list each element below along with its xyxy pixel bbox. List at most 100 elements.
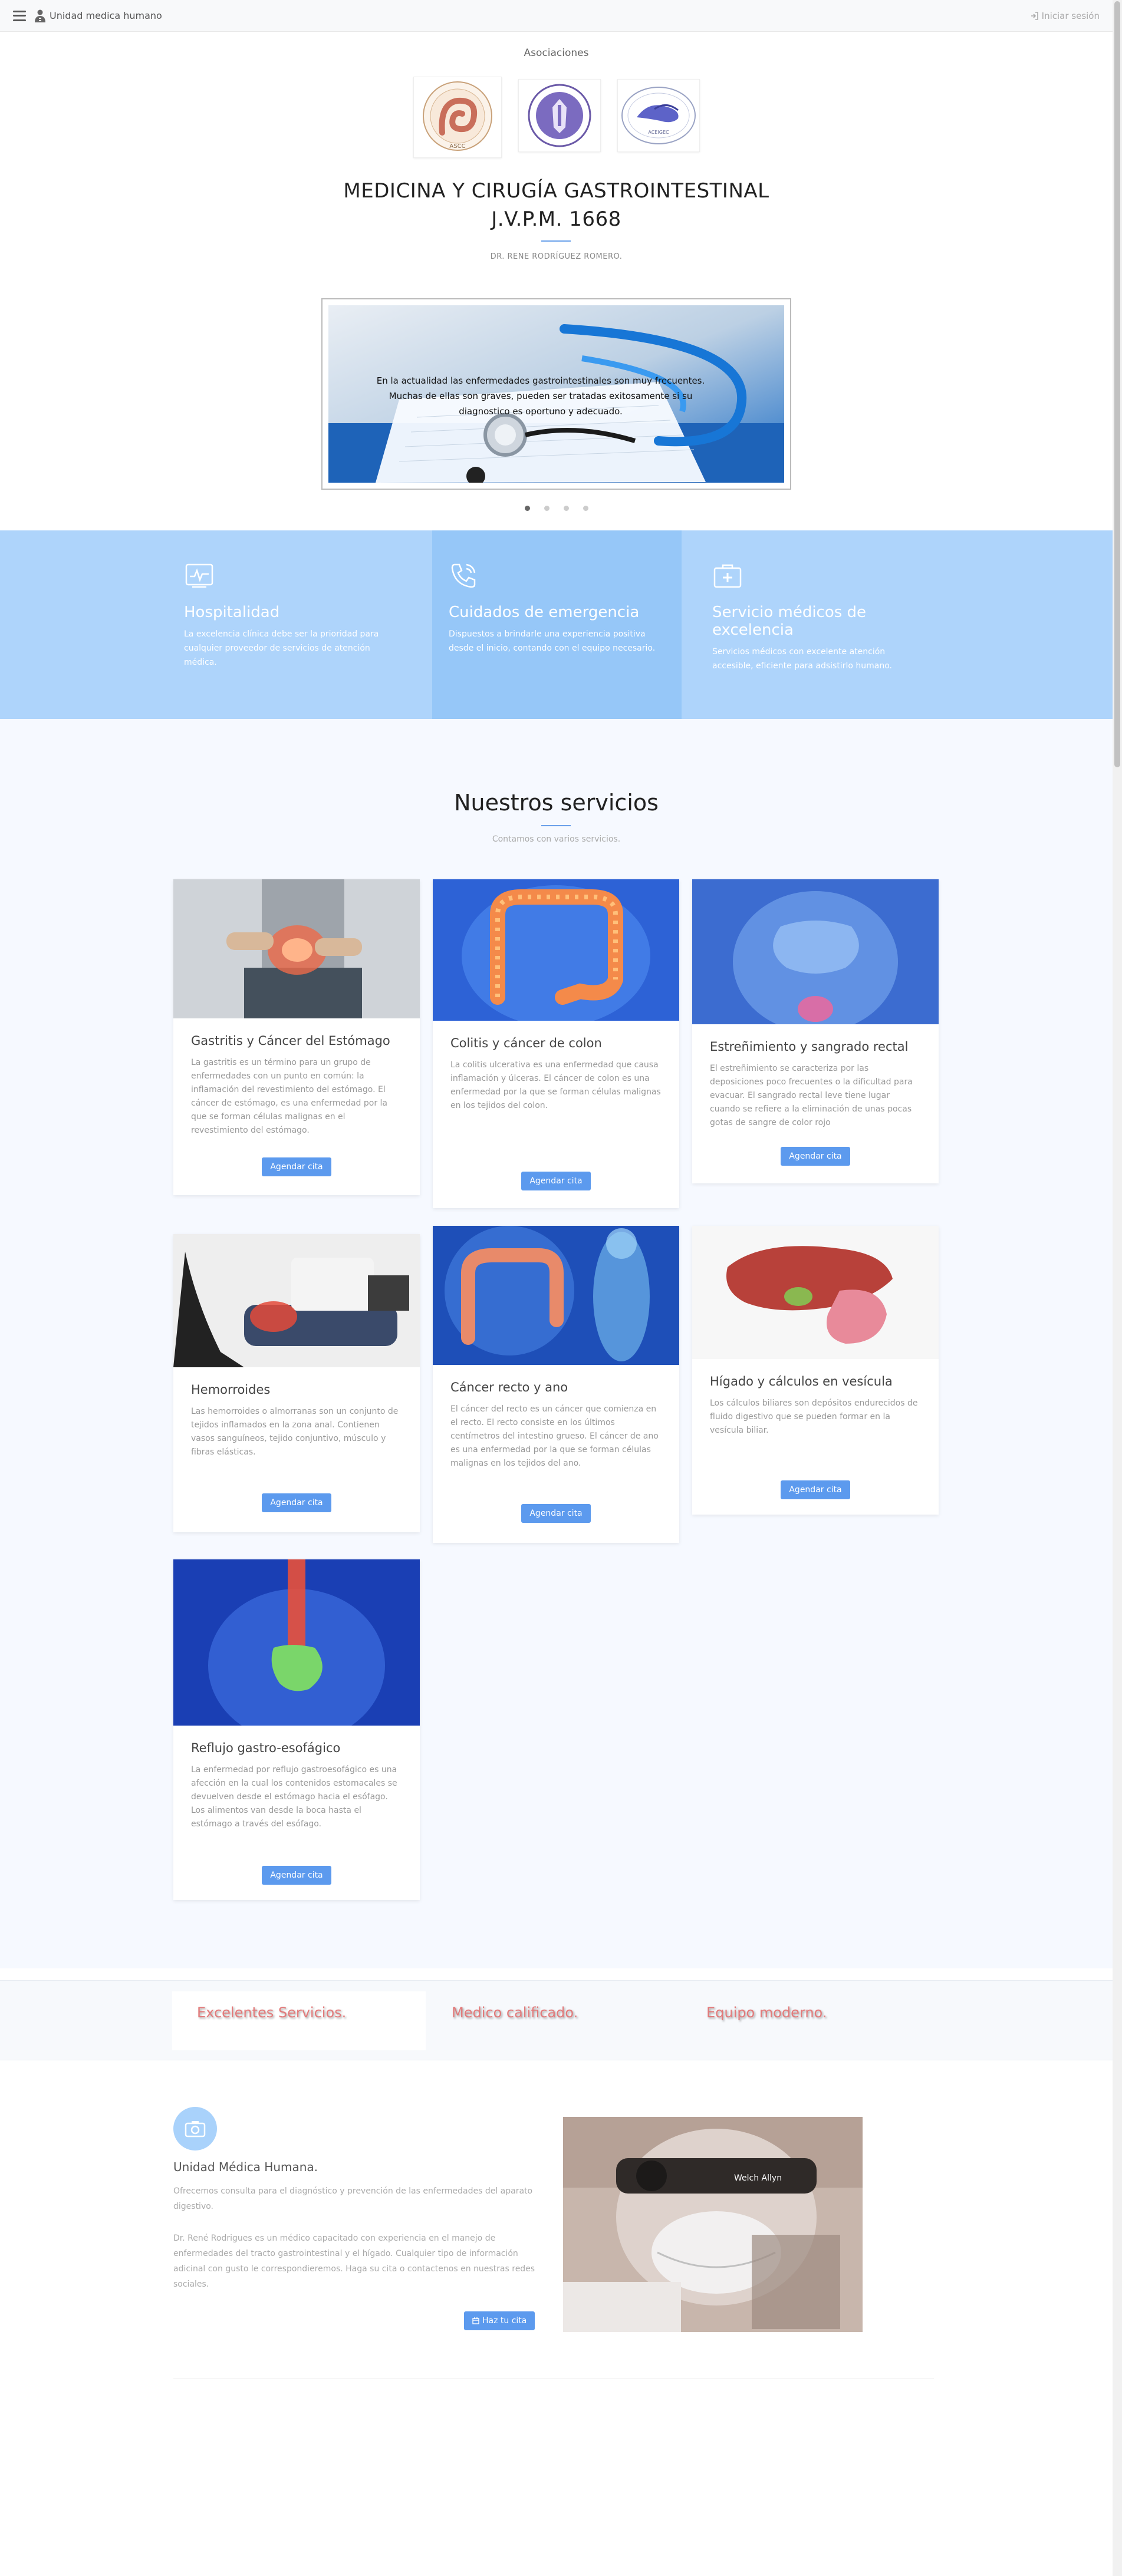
feature-excellence: Servicio médicos de excelencia Servicios… — [682, 530, 1113, 719]
book-appointment-button[interactable]: Agendar cita — [781, 1147, 850, 1166]
service-title: Hemorroides — [191, 1383, 271, 1397]
service-card: Estreñimiento y sangrado rectal El estre… — [692, 879, 939, 1183]
caption-line-3: diagnostico es oportuno y adecuado. — [459, 406, 623, 417]
headlamp-brand-text: Welch Allyn — [734, 2173, 782, 2183]
hospital-monitor-icon — [185, 563, 213, 588]
highlight-doctor: Medico calificado. — [452, 2004, 578, 2021]
login-link[interactable]: Iniciar sesión — [1031, 11, 1100, 21]
service-title: Gastritis y Cáncer del Estómago — [191, 1034, 390, 1048]
sign-in-icon — [1031, 11, 1038, 20]
doctor-photo: Welch Allyn — [563, 2117, 863, 2332]
service-image-constipation — [692, 879, 939, 1024]
feature-text: La excelencia clínica debe ser la priori… — [184, 629, 379, 667]
menu-toggle-icon[interactable] — [13, 10, 26, 21]
caption-line-2: Muchas de ellas son graves, pueden ser t… — [389, 391, 693, 401]
cta-button-inner[interactable]: Haz tu cita — [464, 2311, 535, 2330]
camera-icon — [173, 2107, 217, 2150]
carousel-dot-4[interactable] — [583, 506, 588, 511]
association-logo-aceigec: ACEIGEC — [617, 79, 700, 152]
service-card: Reflujo gastro-esofágico La enfermedad p… — [173, 1559, 420, 1900]
service-title: Estreñimiento y sangrado rectal — [710, 1040, 909, 1054]
book-appointment-button[interactable]: Agendar cita — [521, 1172, 591, 1190]
services-divider — [541, 825, 571, 826]
services-title: Nuestros servicios — [454, 790, 659, 816]
book-appointment-button[interactable]: Agendar cita — [521, 1504, 591, 1523]
caption-line-1: En la actualidad las enfermedades gastro… — [376, 375, 705, 386]
carousel-dot-2[interactable] — [544, 506, 550, 511]
feature-title: Hospitalidad — [184, 603, 280, 621]
carousel-dot-1[interactable] — [524, 506, 530, 511]
highlight-equipment: Equipo moderno. — [706, 2004, 827, 2021]
association-logos: ASCC ACEIGEC — [0, 77, 1113, 158]
feature-emergency: Cuidados de emergencia Dispuestos a brin… — [432, 530, 682, 719]
service-text: Los cálculos biliares son depósitos endu… — [710, 1399, 918, 1435]
cta-label: Haz tu cita — [482, 2316, 527, 2326]
scrollbar-thumb[interactable] — [1114, 1, 1120, 767]
carousel-dot-3[interactable] — [563, 506, 569, 511]
service-text: La colitis ulcerativa es una enfermedad … — [450, 1060, 661, 1110]
logo-text-ascc: ASCC — [449, 143, 465, 150]
service-title: Cáncer recto y ano — [450, 1380, 568, 1394]
association-logo-ascc: ASCC — [413, 77, 502, 158]
service-text: La gastritis es un término para un grupo… — [191, 1058, 387, 1135]
title-line-1: MEDICINA Y CIRUGÍA GASTROINTESTINAL — [343, 179, 769, 203]
service-text: El cáncer del recto es un cáncer que com… — [450, 1404, 659, 1468]
associations-title: Asociaciones — [524, 47, 589, 59]
service-image-rectal-cancer — [433, 1226, 679, 1365]
service-text: El estreñimiento se caracteriza por las … — [710, 1064, 913, 1127]
page-scrollbar[interactable] — [1113, 0, 1122, 2576]
hero-carousel[interactable]: En la actualidad las enfermedades gastro… — [321, 298, 791, 490]
carousel-caption: En la actualidad las enfermedades gastro… — [352, 373, 729, 419]
feature-title: Cuidados de emergencia — [449, 603, 640, 621]
carousel-indicators — [0, 506, 1113, 511]
title-line-2: J.V.P.M. 1668 — [491, 207, 621, 231]
medical-kit-icon — [713, 564, 742, 588]
page: Unidad medica humano Iniciar sesión Asoc… — [0, 0, 1113, 2576]
service-card: Cáncer recto y ano El cáncer del recto e… — [433, 1226, 679, 1543]
doctor-name: DR. RENE RODRÍGUEZ ROMERO. — [490, 252, 623, 261]
about-title: Unidad Médica Humana. — [173, 2160, 318, 2174]
service-card: Colitis y cáncer de colon La colitis ulc… — [433, 879, 679, 1208]
highlights-panel — [172, 1991, 426, 2050]
service-title: Reflujo gastro-esofágico — [191, 1741, 341, 1755]
calendar-icon — [472, 2317, 479, 2324]
service-image-liver — [692, 1226, 939, 1359]
service-image-colitis — [433, 879, 679, 1021]
highlights-band: Excelentes Servicios. Medico calificado.… — [0, 1980, 1113, 2060]
book-appointment-button[interactable]: Agendar cita — [262, 1157, 331, 1176]
services-subtitle: Contamos con varios servicios. — [492, 835, 621, 844]
about-text-1: Ofrecemos consulta para el diagnóstico y… — [173, 2186, 533, 2211]
service-image-reflux — [173, 1559, 420, 1726]
logo-text-aceigec: ACEIGEC — [648, 130, 669, 135]
title-divider — [541, 240, 571, 242]
book-appointment-button[interactable]: Agendar cita — [781, 1480, 850, 1499]
login-label: Iniciar sesión — [1041, 10, 1100, 21]
association-logo-2 — [518, 79, 601, 152]
brand-link[interactable]: Unidad medica humano — [34, 9, 162, 22]
service-card: Hígado y cálculos en vesícula Los cálcul… — [692, 1226, 939, 1515]
service-image-gastritis — [173, 879, 420, 1018]
feature-text: Dispuestos a brindarle una experiencia p… — [449, 629, 656, 653]
footer-divider — [173, 2378, 934, 2379]
book-appointment-button[interactable]: Agendar cita — [262, 1866, 331, 1885]
service-text: La enfermedad por reflujo gastroesofágic… — [191, 1765, 397, 1829]
service-text: Las hemorroides o almorranas son un conj… — [191, 1407, 399, 1457]
service-image-hemorrhoids — [173, 1234, 420, 1367]
doctor-icon — [35, 9, 45, 22]
blue-hands-logo: ACEIGEC — [621, 87, 696, 144]
service-card: Hemorroides Las hemorroides o almorranas… — [173, 1234, 420, 1532]
brand-name: Unidad medica humano — [50, 10, 162, 21]
service-title: Hígado y cálculos en vesícula — [710, 1374, 893, 1388]
feature-hospitality: Hospitalidad La excelencia clínica debe … — [0, 530, 432, 719]
purple-seal-logo — [528, 84, 591, 147]
highlight-services: Excelentes Servicios. — [197, 2004, 347, 2021]
about-text-2: Dr. René Rodrigues es un médico capacita… — [173, 2234, 535, 2289]
colon-seal-logo: ASCC — [422, 81, 492, 151]
service-title: Colitis y cáncer de colon — [450, 1036, 602, 1050]
book-appointment-cta[interactable]: Haz tu cita — [464, 2311, 535, 2330]
phone-call-icon — [451, 563, 476, 588]
feature-text: Servicios médicos con excelente atención… — [712, 647, 892, 671]
page-title: MEDICINA Y CIRUGÍA GASTROINTESTINAL J.V.… — [0, 177, 1113, 233]
carousel-slide-image: En la actualidad las enfermedades gastro… — [328, 305, 784, 483]
book-appointment-button[interactable]: Agendar cita — [262, 1493, 331, 1512]
